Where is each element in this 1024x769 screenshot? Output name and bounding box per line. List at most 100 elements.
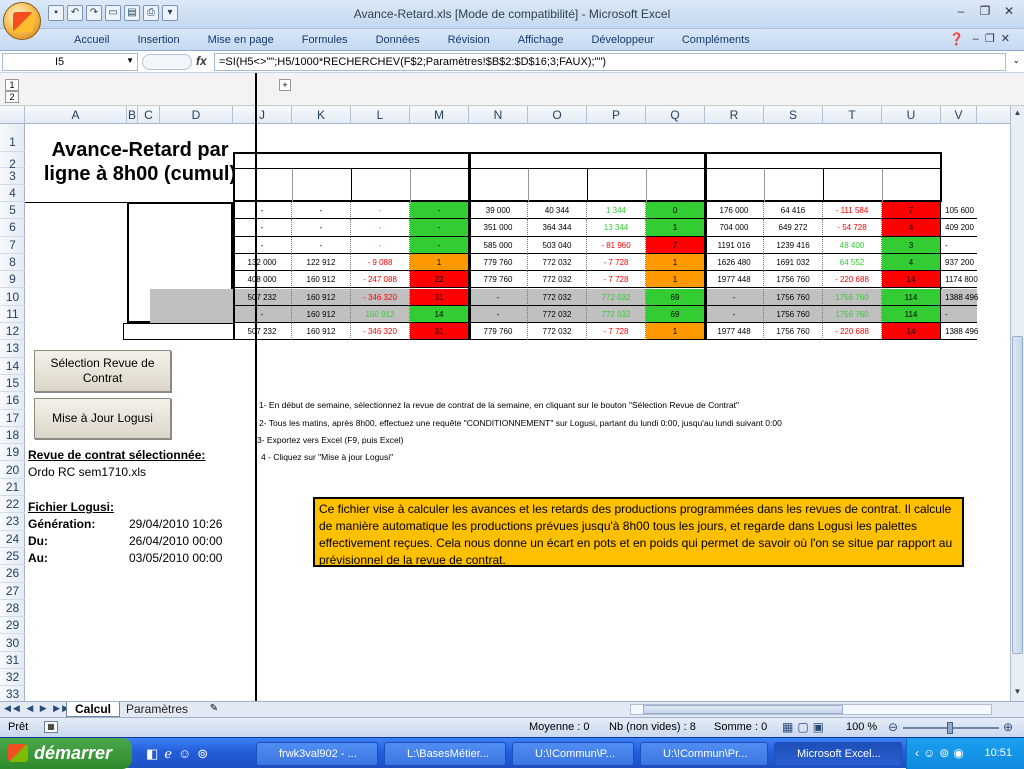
cell-v-r6[interactable]: 409 200 <box>941 219 977 237</box>
cell-A4-r12-c0[interactable]: 1977 448 <box>705 323 764 341</box>
col-header-B[interactable]: B <box>127 106 138 124</box>
cell-A2-r6-c0[interactable]: - <box>233 219 292 237</box>
cell-A2-r7-c0[interactable]: - <box>233 236 292 254</box>
row-header-32[interactable]: 32 <box>0 669 25 687</box>
cell-A4-r6-c2[interactable]: - 54 728 <box>823 219 882 237</box>
task-excel[interactable]: Microsoft Excel... <box>774 742 902 766</box>
cell-A4-r10-c2[interactable]: 1756 760 <box>823 288 882 306</box>
cell-A2-r9-c2[interactable]: - 247 088 <box>351 271 410 289</box>
insert-sheet-icon[interactable]: ✎ <box>202 702 226 717</box>
cell-A3-r5-c1[interactable]: 40 344 <box>528 202 587 220</box>
cell-A2-r12-c0[interactable]: 507 232 <box>233 323 292 341</box>
row-header-8[interactable]: 8 <box>0 254 25 272</box>
cell-A4-r11-c3[interactable]: 114 <box>882 305 941 324</box>
cell-A2-r11-c0[interactable]: - <box>233 305 292 324</box>
cell-A3-r10-c0[interactable]: - <box>469 288 528 306</box>
cell-A4-r11-c2[interactable]: 1756 760 <box>823 305 882 324</box>
zoom-out-icon[interactable]: ⊖ <box>888 720 898 734</box>
cell-A2-r10-c1[interactable]: 160 912 <box>292 288 351 306</box>
cell-v-r9[interactable]: 1174 800 <box>941 271 978 289</box>
cell-v-r5[interactable]: 105 600 <box>941 202 977 220</box>
macro-record-icon[interactable]: ▦ <box>44 721 58 733</box>
minimize-icon[interactable]: – <box>950 4 972 20</box>
help-icon[interactable]: ❓ <box>949 32 964 46</box>
row-header-29[interactable]: 29 <box>0 617 25 635</box>
cell-A2-r9-c3[interactable]: 22 <box>410 271 469 289</box>
cell-A3-r11-c0[interactable]: - <box>469 305 528 324</box>
ribbon-tab-0[interactable]: Accueil <box>60 33 123 47</box>
col-header-M[interactable]: M <box>410 106 469 124</box>
cell-A2-r12-c2[interactable]: - 346 320 <box>351 323 410 341</box>
zoom-in-icon[interactable]: ⊕ <box>1003 720 1013 734</box>
ribbon-tab-4[interactable]: Données <box>362 33 434 47</box>
cell-A2-r5-c0[interactable]: - <box>233 202 292 220</box>
name-box[interactable]: I5 ▼ <box>2 53 138 71</box>
cell-A4-r5-c0[interactable]: 176 000 <box>705 202 764 220</box>
cell-A3-r8-c0[interactable]: 779 760 <box>469 253 528 272</box>
outline-level-2[interactable]: 2 <box>5 91 19 103</box>
row-header-4[interactable]: 4 <box>0 185 25 202</box>
cell-A3-r7-c3[interactable]: 7 <box>646 236 705 254</box>
cell-A4-r12-c3[interactable]: 14 <box>882 323 941 341</box>
cell-A2-r8-c0[interactable]: 132 000 <box>233 253 292 272</box>
cell-A2-r6-c1[interactable]: - <box>292 219 351 237</box>
col-header-R[interactable]: R <box>705 106 764 124</box>
cell-A4-r7-c2[interactable]: 48 400 <box>823 236 882 254</box>
cell-A4-r7-c0[interactable]: 1191 016 <box>705 236 764 254</box>
row-header-26[interactable]: 26 <box>0 565 25 583</box>
cell-A3-r8-c2[interactable]: - 7 728 <box>587 253 646 272</box>
cell-A4-r5-c3[interactable]: 7 <box>882 202 941 220</box>
cell-A3-r5-c3[interactable]: 0 <box>646 202 705 220</box>
col-header-D[interactable]: D <box>160 106 233 124</box>
hscroll-thumb[interactable] <box>643 705 843 714</box>
row-header-2[interactable]: 2 <box>0 152 25 171</box>
cell-A3-r9-c3[interactable]: 1 <box>646 271 705 289</box>
col-header-Q[interactable]: Q <box>646 106 705 124</box>
row-header-11[interactable]: 11 <box>0 306 25 324</box>
cell-A2-r7-c3[interactable]: - <box>410 236 469 254</box>
col-header-K[interactable]: K <box>292 106 351 124</box>
row-header-23[interactable]: 23 <box>0 513 25 531</box>
cell-A2-r5-c3[interactable]: - <box>410 202 469 220</box>
row-header-14[interactable]: 14 <box>0 358 25 375</box>
cell-v-r7[interactable]: - <box>941 236 977 254</box>
cell-A2-r12-c1[interactable]: 160 912 <box>292 323 351 341</box>
row-header-22[interactable]: 22 <box>0 496 25 514</box>
ribbon-tab-6[interactable]: Affichage <box>504 33 578 47</box>
cell-A2-r12-c3[interactable]: 31 <box>410 323 469 341</box>
mise-a-jour-button[interactable]: Mise à Jour Logusi <box>34 398 171 439</box>
restore-icon[interactable]: ❐ <box>974 4 996 20</box>
ribbon-tab-5[interactable]: Révision <box>434 33 504 47</box>
row-header-6[interactable]: 6 <box>0 219 25 237</box>
selection-revue-button[interactable]: Sélection Revue de Contrat <box>34 350 171 392</box>
close-icon[interactable]: ✕ <box>998 4 1020 20</box>
task-frwk[interactable]: frwk3val902 - ... <box>256 742 378 766</box>
row-header-24[interactable]: 24 <box>0 531 25 548</box>
horizontal-scrollbar[interactable] <box>630 704 992 715</box>
cell-A4-r8-c1[interactable]: 1691 032 <box>764 253 823 272</box>
cell-A4-r6-c0[interactable]: 704 000 <box>705 219 764 237</box>
cell-A4-r7-c1[interactable]: 1239 416 <box>764 236 823 254</box>
row-header-1[interactable]: 1 <box>0 124 25 152</box>
cell-A4-r8-c2[interactable]: 64 552 <box>823 253 882 272</box>
row-header-17[interactable]: 17 <box>0 410 25 427</box>
row-header-20[interactable]: 20 <box>0 462 25 479</box>
cell-A4-r6-c3[interactable]: 4 <box>882 219 941 237</box>
cell-A2-r5-c2[interactable]: - <box>351 202 410 220</box>
col-header-J[interactable]: J <box>233 106 292 124</box>
cell-A2-r6-c2[interactable]: - <box>351 219 410 237</box>
cell-A2-r7-c1[interactable]: - <box>292 236 351 254</box>
col-header-S[interactable]: S <box>764 106 823 124</box>
cell-A3-r6-c3[interactable]: 1 <box>646 219 705 237</box>
cell-A4-r10-c0[interactable]: - <box>705 288 764 306</box>
cell-A2-r11-c1[interactable]: 160 912 <box>292 305 351 324</box>
office-button[interactable] <box>3 2 41 40</box>
cell-A4-r5-c2[interactable]: - 111 584 <box>823 202 882 220</box>
cell-A2-r10-c0[interactable]: 507 232 <box>233 288 292 306</box>
workbook-controls-icon[interactable]: –❐✕ <box>973 32 1016 45</box>
col-header-L[interactable]: L <box>351 106 410 124</box>
cell-A3-r9-c1[interactable]: 772 032 <box>528 271 587 289</box>
row-header-9[interactable]: 9 <box>0 271 25 289</box>
cell-A4-r5-c1[interactable]: 64 416 <box>764 202 823 220</box>
cell-v-r10[interactable]: 1388 496 <box>941 288 978 306</box>
